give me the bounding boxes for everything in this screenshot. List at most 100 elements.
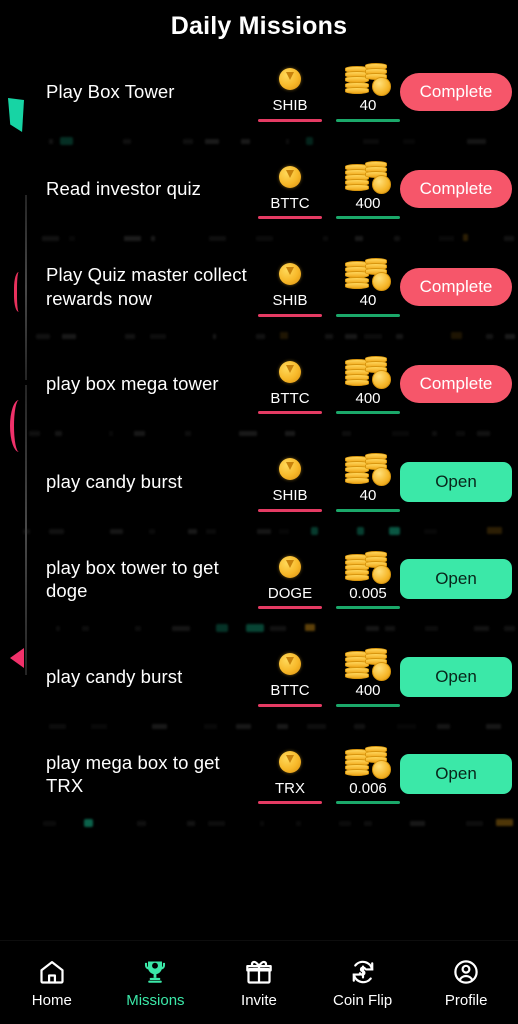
token-symbol: BTTC [270, 389, 310, 407]
open-button[interactable]: Open [400, 559, 512, 600]
coin-stack-icon [345, 745, 391, 779]
nav-item-profile[interactable]: Profile [414, 957, 518, 1008]
gold-coin-icon [279, 555, 301, 578]
reward-amount: 40 [359, 97, 377, 114]
token-reward: SHIB [258, 452, 322, 512]
action-cell: Complete [400, 72, 512, 111]
reward-group: BTTC 400 [258, 160, 400, 219]
amount-underline [336, 508, 400, 512]
open-button[interactable]: Open [400, 656, 512, 697]
token-symbol: BTTC [270, 194, 310, 212]
open-button[interactable]: Open [400, 461, 512, 502]
reward-group: BTTC 400 [258, 355, 400, 414]
nav-item-coin-flip[interactable]: Coin Flip [311, 957, 415, 1008]
token-underline [258, 606, 322, 609]
mission-list: Play Box Tower SHIB 40 Complete Read investo… [0, 52, 518, 832]
mission-title: Play Quiz master collect rewards now [46, 264, 247, 309]
gold-coin-icon [279, 458, 301, 480]
coin-stack-icon [345, 160, 391, 194]
amount-underline [336, 118, 400, 122]
action-cell: Open [400, 754, 512, 795]
mission-title: Play Box Tower [46, 80, 175, 102]
reward-amount: 400 [355, 389, 381, 407]
amount-reward: 400 [336, 160, 400, 219]
token-symbol: BTTC [270, 682, 310, 699]
token-underline [258, 411, 322, 414]
amount-icon-wrap [345, 647, 391, 681]
mission-title: play candy burst [46, 470, 183, 492]
complete-button[interactable]: Complete [400, 72, 512, 111]
token-underline [258, 801, 322, 804]
token-underline [258, 118, 322, 122]
home-icon [37, 957, 67, 987]
complete-button[interactable]: Complete [400, 267, 512, 306]
row-artifact [0, 132, 518, 150]
mission-title: play mega box to get TRX [46, 751, 220, 797]
reward-amount: 0.005 [349, 584, 387, 602]
trophy-icon [140, 957, 170, 987]
row-artifact [0, 814, 518, 832]
mission-row[interactable]: play candy burst SHIB 40 Open [0, 442, 518, 522]
row-artifact [0, 229, 518, 247]
reward-amount: 40 [359, 292, 377, 309]
token-underline [258, 313, 322, 317]
coin-stack-icon [345, 647, 391, 681]
page-header: Daily Missions [0, 0, 518, 52]
open-button[interactable]: Open [400, 754, 512, 795]
action-cell: Open [400, 461, 512, 502]
action-cell: Open [400, 559, 512, 600]
amount-underline [336, 703, 400, 707]
nav-label: Home [31, 992, 72, 1009]
mission-row[interactable]: play candy burst BTTC 400 Open [0, 637, 518, 717]
reward-amount: 0.006 [349, 779, 387, 797]
amount-reward: 40 [336, 257, 400, 317]
row-artifact [0, 717, 518, 735]
token-symbol: SHIB [272, 97, 308, 114]
amount-underline [336, 411, 400, 414]
mission-row[interactable]: Play Box Tower SHIB 40 Complete [0, 52, 518, 132]
mission-row[interactable]: play box tower to get doge DOGE 0.005 Open [0, 540, 518, 620]
nav-item-invite[interactable]: Invite [207, 957, 311, 1008]
gold-coin-icon [279, 653, 301, 675]
token-reward: TRX [258, 745, 322, 804]
gold-coin-icon [279, 165, 301, 188]
complete-button[interactable]: Complete [400, 365, 512, 404]
mission-row[interactable]: Play Quiz master collect rewards now SHIB… [0, 247, 518, 327]
amount-underline [336, 606, 400, 609]
token-reward: SHIB [258, 62, 322, 122]
mission-row[interactable]: play box mega tower BTTC 400 Complete [0, 345, 518, 425]
action-cell: Complete [400, 170, 512, 209]
amount-reward: 40 [336, 62, 400, 122]
complete-button[interactable]: Complete [400, 170, 512, 209]
reward-group: SHIB 40 [258, 62, 400, 122]
token-reward: BTTC [258, 647, 322, 707]
token-underline [258, 508, 322, 512]
token-reward: BTTC [258, 160, 322, 219]
mission-row[interactable]: play mega box to get TRX TRX 0.006 Open [0, 735, 518, 815]
action-cell: Open [400, 656, 512, 697]
nav-label: Invite [241, 992, 277, 1009]
token-symbol: SHIB [272, 487, 308, 504]
amount-icon-wrap [345, 160, 391, 194]
reward-amount: 400 [355, 682, 381, 699]
reward-amount: 400 [355, 194, 381, 212]
mission-title: Read investor quiz [46, 178, 202, 200]
token-icon-wrap [279, 550, 301, 584]
amount-underline [336, 801, 400, 804]
row-artifact [0, 327, 518, 345]
gift-icon [244, 957, 274, 987]
row-artifact [0, 424, 518, 442]
amount-reward: 400 [336, 355, 400, 414]
nav-item-missions[interactable]: Missions [104, 957, 208, 1008]
page-title: Daily Missions [170, 11, 348, 40]
token-icon-wrap [279, 257, 301, 291]
token-reward: BTTC [258, 355, 322, 414]
nav-label: Profile [444, 992, 488, 1009]
nav-item-home[interactable]: Home [0, 957, 104, 1008]
gold-coin-icon [279, 68, 301, 90]
token-icon-wrap [279, 160, 301, 194]
mission-row[interactable]: Read investor quiz BTTC 400 Complete [0, 150, 518, 230]
mission-title: play box tower to get doge [46, 556, 219, 602]
reward-group: TRX 0.006 [258, 745, 400, 804]
token-reward: DOGE [258, 550, 322, 609]
